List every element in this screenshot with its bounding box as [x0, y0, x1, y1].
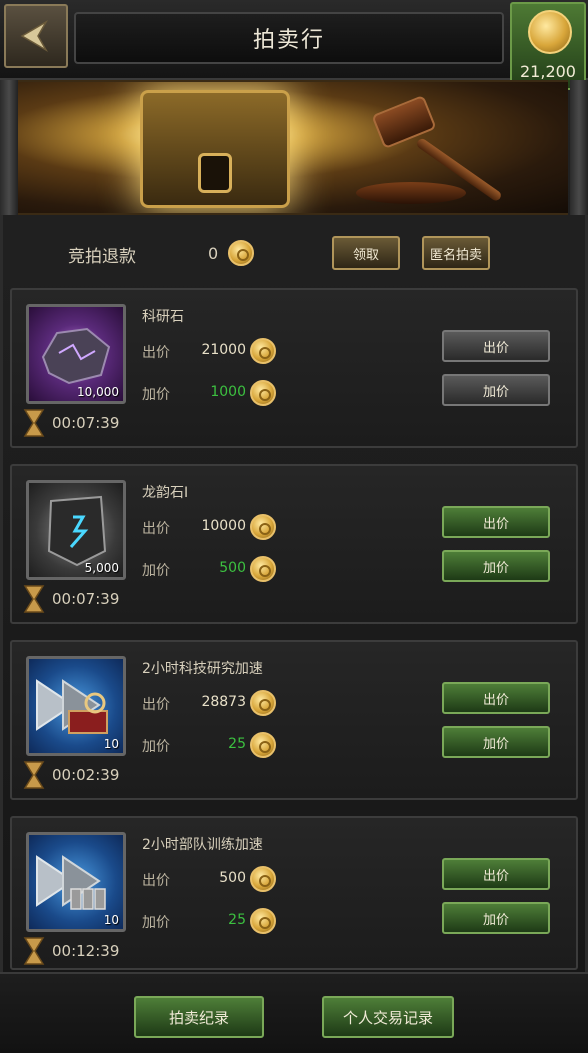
bid-button[interactable]: 出价	[442, 330, 550, 362]
gavel-base	[356, 182, 466, 204]
dragon-rune-stone-icon: 5,000	[26, 480, 126, 580]
hourglass-icon	[23, 937, 45, 965]
bid-button[interactable]: 出价	[442, 858, 550, 890]
bid-price: 10000	[201, 518, 246, 534]
raise-label: 加价	[142, 563, 170, 579]
bid-label: 出价	[142, 873, 170, 889]
gold-balance[interactable]: 21,200	[510, 2, 586, 90]
bid-label: 出价	[142, 697, 170, 713]
anonymous-auction-button[interactable]: 匿名拍卖	[422, 236, 490, 270]
purple-ore-icon: 10,000	[26, 304, 126, 404]
raise-price: 25	[228, 736, 246, 752]
back-button[interactable]	[4, 4, 68, 68]
bid-label: 出价	[142, 521, 170, 537]
coin-icon	[250, 690, 276, 716]
gold-amount: 21,200	[520, 62, 576, 81]
raise-price: 25	[228, 912, 246, 928]
bid-price: 28873	[201, 694, 246, 710]
raise-label: 加价	[142, 915, 170, 931]
item-quantity: 10	[103, 737, 119, 751]
auction-item: 10 00:12:39 2小时部队训练加速 出价 500 加价 25 出价 加价	[10, 816, 578, 970]
coin-icon	[250, 380, 276, 406]
hourglass-icon	[23, 409, 45, 437]
header: 拍卖行 21,200	[0, 0, 588, 90]
pillar-left	[0, 80, 18, 215]
raise-button[interactable]: 加价	[442, 902, 550, 934]
coin-icon	[250, 732, 276, 758]
treasure-chest-icon	[140, 90, 290, 208]
item-timer: 00:12:39	[52, 942, 120, 960]
auction-banner	[18, 80, 568, 215]
hourglass-icon	[23, 761, 45, 789]
auction-record-button[interactable]: 拍卖纪录	[134, 996, 264, 1038]
item-timer: 00:07:39	[52, 590, 120, 608]
trade-record-button[interactable]: 个人交易记录	[322, 996, 454, 1038]
bid-button[interactable]: 出价	[442, 506, 550, 538]
refund-value: 0	[208, 244, 219, 263]
claim-button[interactable]: 领取	[332, 236, 400, 270]
coin-icon	[228, 240, 254, 266]
item-quantity: 10	[103, 913, 119, 927]
item-name: 2小时科技研究加速	[142, 661, 263, 677]
item-name: 2小时部队训练加速	[142, 837, 263, 853]
raise-price: 1000	[210, 384, 246, 400]
footer-bar: 拍卖纪录 个人交易记录	[0, 972, 588, 1053]
page-title: 拍卖行	[74, 12, 504, 64]
bid-price: 21000	[201, 342, 246, 358]
raise-button[interactable]: 加价	[442, 726, 550, 758]
research-speedup-icon: 10	[26, 656, 126, 756]
refund-label: 竞拍退款	[68, 247, 136, 267]
pillar-right	[570, 80, 588, 215]
auction-item: 10,000 00:07:39 科研石 出价 21000 加价 1000 出价 …	[10, 288, 578, 448]
hourglass-icon	[23, 585, 45, 613]
item-name: 科研石	[142, 309, 184, 325]
raise-label: 加价	[142, 387, 170, 403]
training-speedup-icon: 10	[26, 832, 126, 932]
back-arrow-icon	[20, 19, 49, 53]
raise-price: 500	[219, 560, 246, 576]
raise-label: 加价	[142, 739, 170, 755]
gold-coin-icon	[528, 10, 572, 54]
coin-icon	[250, 556, 276, 582]
bid-button[interactable]: 出价	[442, 682, 550, 714]
item-timer: 00:02:39	[52, 766, 120, 784]
bid-label: 出价	[142, 345, 170, 361]
coin-icon	[250, 338, 276, 364]
refund-row: 竞拍退款 0 领取 匿名拍卖	[0, 226, 588, 284]
coin-icon	[250, 866, 276, 892]
raise-button[interactable]: 加价	[442, 374, 550, 406]
coin-icon	[250, 514, 276, 540]
auction-item: 10 00:02:39 2小时科技研究加速 出价 28873 加价 25 出价 …	[10, 640, 578, 800]
chest-lock	[198, 153, 232, 193]
item-quantity: 10,000	[77, 385, 119, 399]
item-name: 龙韵石I	[142, 485, 189, 501]
auction-item: 5,000 00:07:39 龙韵石I 出价 10000 加价 500 出价 加…	[10, 464, 578, 624]
item-timer: 00:07:39	[52, 414, 120, 432]
raise-button[interactable]: 加价	[442, 550, 550, 582]
item-quantity: 5,000	[84, 561, 119, 575]
coin-icon	[250, 908, 276, 934]
bid-price: 500	[219, 870, 246, 886]
